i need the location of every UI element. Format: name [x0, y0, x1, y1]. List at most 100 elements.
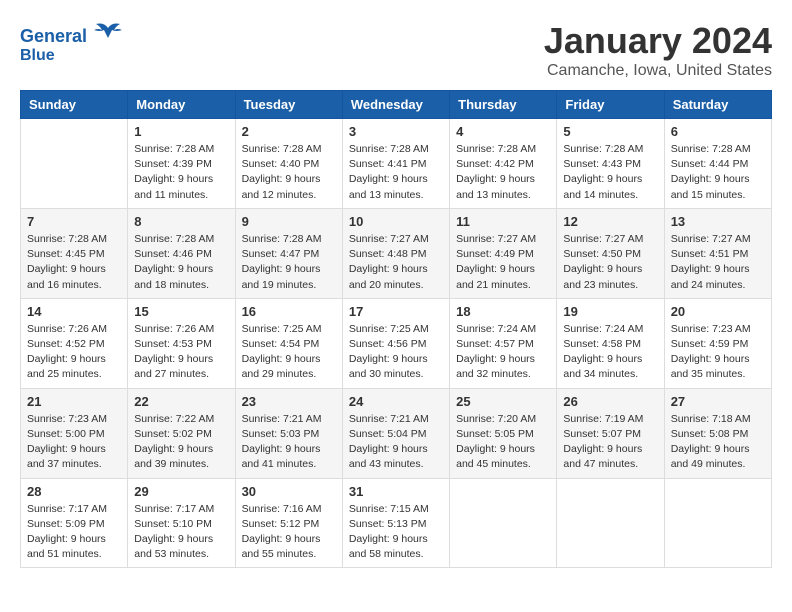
- day-info: Sunrise: 7:17 AMSunset: 5:09 PMDaylight:…: [27, 502, 121, 563]
- title-block: January 2024 Camanche, Iowa, United Stat…: [544, 20, 772, 80]
- logo: General Blue: [20, 20, 122, 65]
- day-number: 1: [134, 124, 228, 139]
- table-row: 16 Sunrise: 7:25 AMSunset: 4:54 PMDayligh…: [235, 298, 342, 388]
- table-row: 11 Sunrise: 7:27 AMSunset: 4:49 PMDayligh…: [450, 208, 557, 298]
- table-row: 18 Sunrise: 7:24 AMSunset: 4:57 PMDayligh…: [450, 298, 557, 388]
- day-info: Sunrise: 7:16 AMSunset: 5:12 PMDaylight:…: [242, 502, 336, 563]
- day-number: 21: [27, 394, 121, 409]
- day-number: 4: [456, 124, 550, 139]
- calendar-week-row: 14Sunrise: 7:26 AMSunset: 4:52 PMDayligh…: [21, 298, 772, 388]
- table-row: 8Sunrise: 7:28 AMSunset: 4:46 PMDaylight…: [128, 208, 235, 298]
- day-number: 13: [671, 214, 765, 229]
- table-row: 10 Sunrise: 7:27 AMSunset: 4:48 PMDayligh…: [342, 208, 449, 298]
- table-row: 12Sunrise: 7:27 AMSunset: 4:50 PMDayligh…: [557, 208, 664, 298]
- table-row: 29 Sunrise: 7:17 AMSunset: 5:10 PMDayligh…: [128, 478, 235, 568]
- calendar-title: January 2024: [544, 20, 772, 62]
- day-number: 10: [349, 214, 443, 229]
- day-number: 19: [563, 304, 657, 319]
- calendar-table: Sunday Monday Tuesday Wednesday Thursday…: [20, 90, 772, 568]
- day-info: Sunrise: 7:22 AMSunset: 5:02 PMDaylight:…: [134, 412, 228, 473]
- day-info: Sunrise: 7:27 AMSunset: 4:48 PMDaylight:…: [349, 232, 443, 293]
- day-number: 7: [27, 214, 121, 229]
- day-info: Sunrise: 7:19 AMSunset: 5:07 PMDaylight:…: [563, 412, 657, 473]
- day-number: 29: [134, 484, 228, 499]
- table-row: 2 Sunrise: 7:28 AMSunset: 4:40 PMDaylight…: [235, 119, 342, 209]
- day-number: 16: [242, 304, 336, 319]
- calendar-week-row: 7 Sunrise: 7:28 AMSunset: 4:45 PMDaylight…: [21, 208, 772, 298]
- day-number: 22: [134, 394, 228, 409]
- table-row: [557, 478, 664, 568]
- table-row: 15Sunrise: 7:26 AMSunset: 4:53 PMDayligh…: [128, 298, 235, 388]
- col-saturday: Saturday: [664, 91, 771, 119]
- calendar-header-row: Sunday Monday Tuesday Wednesday Thursday…: [21, 91, 772, 119]
- day-info: Sunrise: 7:24 AMSunset: 4:57 PMDaylight:…: [456, 322, 550, 383]
- day-number: 20: [671, 304, 765, 319]
- day-info: Sunrise: 7:28 AMSunset: 4:42 PMDaylight:…: [456, 142, 550, 203]
- table-row: 9 Sunrise: 7:28 AMSunset: 4:47 PMDaylight…: [235, 208, 342, 298]
- day-info: Sunrise: 7:18 AMSunset: 5:08 PMDaylight:…: [671, 412, 765, 473]
- table-row: 1Sunrise: 7:28 AMSunset: 4:39 PMDaylight…: [128, 119, 235, 209]
- page-header: General Blue January 2024 Camanche, Iowa…: [20, 20, 772, 80]
- table-row: 13 Sunrise: 7:27 AMSunset: 4:51 PMDayligh…: [664, 208, 771, 298]
- day-number: 18: [456, 304, 550, 319]
- day-info: Sunrise: 7:27 AMSunset: 4:51 PMDaylight:…: [671, 232, 765, 293]
- day-number: 3: [349, 124, 443, 139]
- table-row: 4 Sunrise: 7:28 AMSunset: 4:42 PMDaylight…: [450, 119, 557, 209]
- table-row: [21, 119, 128, 209]
- col-tuesday: Tuesday: [235, 91, 342, 119]
- table-row: 22 Sunrise: 7:22 AMSunset: 5:02 PMDayligh…: [128, 388, 235, 478]
- col-thursday: Thursday: [450, 91, 557, 119]
- day-info: Sunrise: 7:28 AMSunset: 4:40 PMDaylight:…: [242, 142, 336, 203]
- day-number: 11: [456, 214, 550, 229]
- day-info: Sunrise: 7:28 AMSunset: 4:45 PMDaylight:…: [27, 232, 121, 293]
- day-info: Sunrise: 7:26 AMSunset: 4:52 PMDaylight:…: [27, 322, 121, 383]
- col-friday: Friday: [557, 91, 664, 119]
- day-info: Sunrise: 7:27 AMSunset: 4:50 PMDaylight:…: [563, 232, 657, 293]
- calendar-week-row: 1Sunrise: 7:28 AMSunset: 4:39 PMDaylight…: [21, 119, 772, 209]
- day-info: Sunrise: 7:28 AMSunset: 4:44 PMDaylight:…: [671, 142, 765, 203]
- day-number: 15: [134, 304, 228, 319]
- table-row: [450, 478, 557, 568]
- day-info: Sunrise: 7:21 AMSunset: 5:04 PMDaylight:…: [349, 412, 443, 473]
- calendar-week-row: 21 Sunrise: 7:23 AMSunset: 5:00 PMDayligh…: [21, 388, 772, 478]
- table-row: 30 Sunrise: 7:16 AMSunset: 5:12 PMDayligh…: [235, 478, 342, 568]
- day-info: Sunrise: 7:23 AMSunset: 4:59 PMDaylight:…: [671, 322, 765, 383]
- day-info: Sunrise: 7:20 AMSunset: 5:05 PMDaylight:…: [456, 412, 550, 473]
- day-number: 5: [563, 124, 657, 139]
- day-info: Sunrise: 7:23 AMSunset: 5:00 PMDaylight:…: [27, 412, 121, 473]
- table-row: 3Sunrise: 7:28 AMSunset: 4:41 PMDaylight…: [342, 119, 449, 209]
- day-info: Sunrise: 7:27 AMSunset: 4:49 PMDaylight:…: [456, 232, 550, 293]
- table-row: 27Sunrise: 7:18 AMSunset: 5:08 PMDayligh…: [664, 388, 771, 478]
- day-info: Sunrise: 7:25 AMSunset: 4:56 PMDaylight:…: [349, 322, 443, 383]
- day-number: 23: [242, 394, 336, 409]
- logo-blue: Blue: [20, 46, 122, 65]
- table-row: 31 Sunrise: 7:15 AMSunset: 5:13 PMDayligh…: [342, 478, 449, 568]
- col-wednesday: Wednesday: [342, 91, 449, 119]
- day-info: Sunrise: 7:25 AMSunset: 4:54 PMDaylight:…: [242, 322, 336, 383]
- day-info: Sunrise: 7:28 AMSunset: 4:46 PMDaylight:…: [134, 232, 228, 293]
- day-info: Sunrise: 7:15 AMSunset: 5:13 PMDaylight:…: [349, 502, 443, 563]
- day-number: 6: [671, 124, 765, 139]
- day-number: 17: [349, 304, 443, 319]
- day-number: 2: [242, 124, 336, 139]
- calendar-week-row: 28 Sunrise: 7:17 AMSunset: 5:09 PMDayligh…: [21, 478, 772, 568]
- table-row: 17 Sunrise: 7:25 AMSunset: 4:56 PMDayligh…: [342, 298, 449, 388]
- table-row: 6 Sunrise: 7:28 AMSunset: 4:44 PMDaylight…: [664, 119, 771, 209]
- day-info: Sunrise: 7:24 AMSunset: 4:58 PMDaylight:…: [563, 322, 657, 383]
- day-info: Sunrise: 7:21 AMSunset: 5:03 PMDaylight:…: [242, 412, 336, 473]
- day-number: 9: [242, 214, 336, 229]
- calendar-subtitle: Camanche, Iowa, United States: [544, 62, 772, 80]
- day-number: 30: [242, 484, 336, 499]
- day-info: Sunrise: 7:17 AMSunset: 5:10 PMDaylight:…: [134, 502, 228, 563]
- table-row: 25Sunrise: 7:20 AMSunset: 5:05 PMDayligh…: [450, 388, 557, 478]
- day-info: Sunrise: 7:28 AMSunset: 4:47 PMDaylight:…: [242, 232, 336, 293]
- day-number: 28: [27, 484, 121, 499]
- table-row: 26Sunrise: 7:19 AMSunset: 5:07 PMDayligh…: [557, 388, 664, 478]
- table-row: 28 Sunrise: 7:17 AMSunset: 5:09 PMDayligh…: [21, 478, 128, 568]
- table-row: 7 Sunrise: 7:28 AMSunset: 4:45 PMDaylight…: [21, 208, 128, 298]
- table-row: 24Sunrise: 7:21 AMSunset: 5:04 PMDayligh…: [342, 388, 449, 478]
- day-number: 31: [349, 484, 443, 499]
- col-sunday: Sunday: [21, 91, 128, 119]
- table-row: [664, 478, 771, 568]
- logo-text: General: [20, 20, 122, 48]
